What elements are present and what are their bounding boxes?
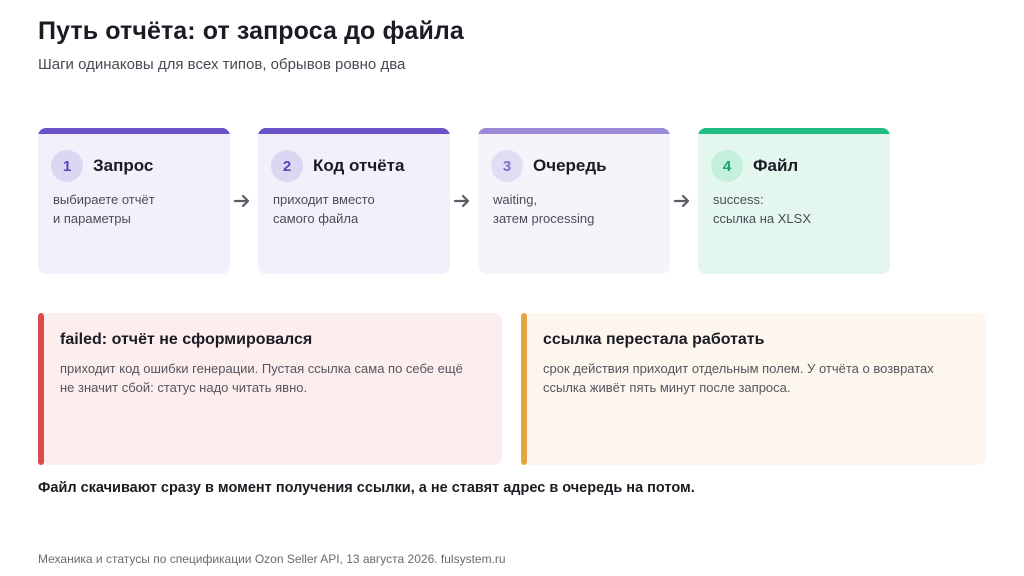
alert-stripe [521, 313, 527, 465]
step-number-badge: 1 [51, 150, 83, 182]
alert-text: срок действия приходит отдельным полем. … [543, 361, 934, 395]
step-accent-bar [38, 128, 230, 134]
step-accent-bar [258, 128, 450, 134]
step-description: waiting, затем processing [493, 192, 595, 226]
key-note: Файл скачивают сразу в момент получения … [38, 480, 695, 496]
step-description: выбираете отчёт и параметры [53, 192, 155, 226]
step-description: success: ссылка на XLSX [713, 192, 812, 226]
step-accent-bar [478, 128, 670, 134]
alert-title: failed: отчёт не сформировался [60, 331, 313, 348]
step-name: Запрос [93, 156, 154, 175]
step-description: приходит вместо самого файла [273, 192, 375, 226]
footer-source: Механика и статусы по спецификации Ozon … [38, 552, 506, 566]
page-title: Путь отчёта: от запроса до файла [38, 17, 464, 45]
step-card-queue: 3 Очередь waiting, затем processing [478, 128, 670, 274]
alert-failed: failed: отчёт не сформировался приходит … [38, 313, 502, 465]
step-card-request: 1 Запрос выбираете отчёт и параметры [38, 128, 230, 274]
arrow-right-icon [673, 194, 690, 208]
alert-stripe [38, 313, 44, 465]
step-number-badge: 3 [491, 150, 523, 182]
step-number-badge: 2 [271, 150, 303, 182]
alert-title: ссылка перестала работать [543, 331, 765, 348]
alert-link-expired: ссылка перестала работать срок действия … [521, 313, 986, 465]
step-accent-bar [698, 128, 890, 134]
step-card-report-code: 2 Код отчёта приходит вместо самого файл… [258, 128, 450, 274]
page-subtitle: Шаги одинаковы для всех типов, обрывов р… [38, 56, 406, 73]
step-card-file: 4 Файл success: ссылка на XLSX [698, 128, 890, 274]
arrow-right-icon [233, 194, 250, 208]
step-name: Файл [753, 156, 799, 175]
step-number-badge: 4 [711, 150, 743, 182]
step-name: Код отчёта [313, 156, 405, 175]
arrow-right-icon [453, 194, 470, 208]
step-name: Очередь [533, 156, 607, 175]
alert-text: приходит код ошибки генерации. Пустая сс… [60, 361, 463, 395]
